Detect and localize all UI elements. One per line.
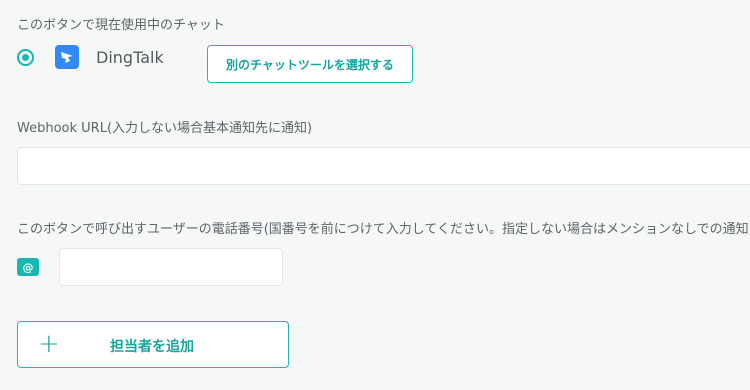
phone-number-label: このボタンで呼び出すユーザーの電話番号(国番号を前につけて入力してください。指定… bbox=[17, 222, 750, 237]
current-tool-radio[interactable] bbox=[17, 49, 34, 66]
current-tool-name: DingTalk bbox=[96, 48, 164, 67]
phone-number-input[interactable] bbox=[59, 248, 283, 286]
plus-icon: + bbox=[38, 329, 60, 359]
add-assignee-button[interactable]: + 担当者を追加 bbox=[17, 321, 289, 368]
select-other-chat-tool-button[interactable]: 別のチャットツールを選択する bbox=[207, 45, 413, 83]
chat-tool-section-label: このボタンで現在使用中のチャット bbox=[17, 18, 225, 33]
dingtalk-logo-icon bbox=[55, 45, 79, 69]
webhook-url-input[interactable] bbox=[17, 147, 750, 185]
add-assignee-label: 担当者を追加 bbox=[110, 339, 194, 355]
mention-at-icon: @ bbox=[17, 258, 39, 276]
webhook-url-label: Webhook URL(入力しない場合基本通知先に通知) bbox=[17, 121, 313, 136]
